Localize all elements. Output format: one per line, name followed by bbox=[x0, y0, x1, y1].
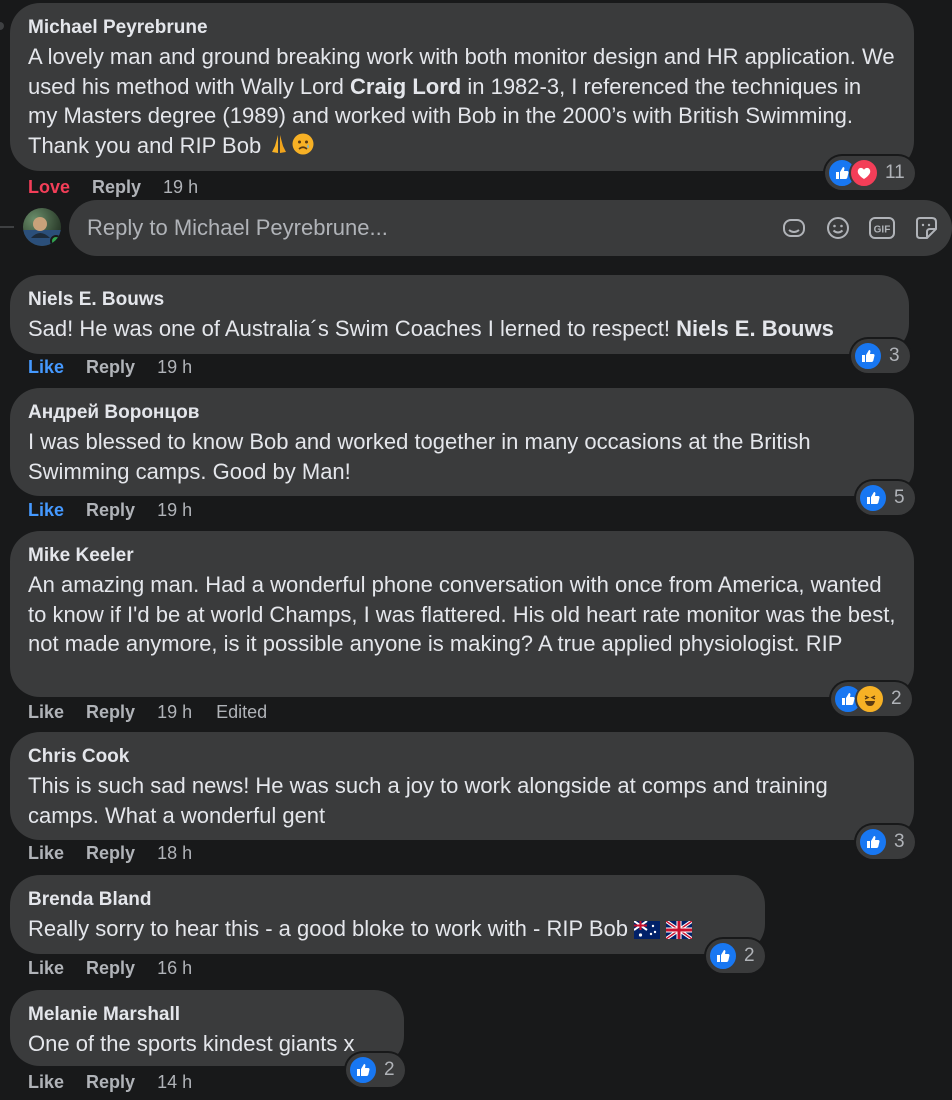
comments-thread: Michael Peyrebrune A lovely man and grou… bbox=[0, 0, 952, 1100]
reply-button[interactable]: Reply bbox=[92, 176, 141, 198]
sticker-icon[interactable] bbox=[912, 214, 940, 242]
thread-connector bbox=[0, 226, 14, 228]
comment-author[interactable]: Brenda Bland bbox=[28, 888, 747, 912]
comment-actions: Like Reply 19 h bbox=[28, 499, 216, 521]
comment-bubble: Mike Keeler An amazing man. Had a wonder… bbox=[10, 531, 914, 697]
like-reaction-icon bbox=[853, 341, 883, 371]
reaction-summary[interactable]: 2 bbox=[706, 939, 765, 973]
reaction-count: 2 bbox=[384, 1059, 395, 1080]
comment-actions: Like Reply 18 h bbox=[28, 842, 216, 864]
comment-timestamp[interactable]: 18 h bbox=[157, 842, 192, 864]
comment: Brenda Bland Really sorry to hear this -… bbox=[10, 875, 765, 978]
comment-text: A lovely man and ground breaking work wi… bbox=[28, 42, 896, 163]
comment-bubble: Chris Cook This is such sad news! He was… bbox=[10, 732, 914, 840]
comment-text: I was blessed to know Bob and worked tog… bbox=[28, 429, 811, 484]
comment: Chris Cook This is such sad news! He was… bbox=[10, 732, 915, 863]
reaction-count: 3 bbox=[889, 345, 900, 366]
reaction-summary[interactable]: 11 bbox=[825, 156, 915, 190]
emoji-icon[interactable] bbox=[824, 214, 852, 242]
reaction-count: 2 bbox=[891, 688, 902, 709]
comment-bubble: Андрей Воронцов I was blessed to know Bo… bbox=[10, 388, 914, 496]
comment-actions: Love Reply 19 h bbox=[28, 176, 222, 198]
comment-bubble: Brenda Bland Really sorry to hear this -… bbox=[10, 875, 765, 954]
like-button[interactable]: Like bbox=[28, 1071, 64, 1093]
sad-relieved-face-emoji bbox=[291, 132, 315, 164]
comment-bubble: Michael Peyrebrune A lovely man and grou… bbox=[10, 3, 914, 171]
comment-bubble: Niels E. Bouws Sad! He was one of Austra… bbox=[10, 275, 909, 354]
comment-text: One of the sports kindest giants x bbox=[28, 1031, 355, 1056]
comment-author[interactable]: Chris Cook bbox=[28, 745, 896, 769]
like-button[interactable]: Like bbox=[28, 356, 64, 378]
reaction-count: 11 bbox=[885, 162, 905, 183]
folded-hands-emoji bbox=[267, 132, 291, 164]
reply-button[interactable]: Reply bbox=[86, 499, 135, 521]
like-reaction-icon bbox=[708, 941, 738, 971]
love-reaction-icon bbox=[849, 158, 879, 188]
reply-composer: Reply to Michael Peyrebrune... GIF bbox=[0, 200, 952, 256]
reply-button[interactable]: Reply bbox=[86, 1071, 135, 1093]
thread-dot bbox=[0, 22, 4, 30]
comment-text: Sad! He was one of Australia´s Swim Coac… bbox=[28, 316, 834, 341]
comment: Melanie Marshall One of the sports kinde… bbox=[10, 990, 405, 1092]
reply-button[interactable]: Reply bbox=[86, 842, 135, 864]
like-button[interactable]: Like bbox=[28, 957, 64, 979]
mentioned-user[interactable]: Niels E. Bouws bbox=[676, 316, 834, 341]
like-reaction-icon bbox=[348, 1055, 378, 1085]
edited-label[interactable]: Edited bbox=[216, 701, 267, 723]
comment-timestamp[interactable]: 19 h bbox=[157, 499, 192, 521]
uk-flag-emoji bbox=[665, 917, 694, 947]
gif-icon[interactable]: GIF bbox=[868, 214, 896, 242]
comment: Mike Keeler An amazing man. Had a wonder… bbox=[10, 531, 914, 722]
mentioned-user[interactable]: Craig Lord bbox=[350, 74, 461, 99]
haha-reaction-icon bbox=[855, 684, 885, 714]
comment-timestamp[interactable]: 19 h bbox=[163, 176, 198, 198]
comment-author[interactable]: Mike Keeler bbox=[28, 544, 896, 568]
comment: Андрей Воронцов I was blessed to know Bo… bbox=[10, 388, 915, 520]
svg-text:GIF: GIF bbox=[874, 225, 891, 236]
australia-flag-emoji bbox=[633, 917, 661, 947]
avatar-sticker-icon[interactable] bbox=[780, 214, 808, 242]
comment-timestamp[interactable]: 19 h bbox=[157, 356, 192, 378]
comment-actions: Like Reply 19 h bbox=[28, 356, 216, 378]
love-button[interactable]: Love bbox=[28, 176, 70, 198]
comment-author[interactable]: Niels E. Bouws bbox=[28, 288, 891, 312]
reply-button[interactable]: Reply bbox=[86, 356, 135, 378]
like-reaction-icon bbox=[858, 827, 888, 857]
comment-text: Really sorry to hear this - a good bloke… bbox=[28, 914, 747, 947]
reply-button[interactable]: Reply bbox=[86, 701, 135, 723]
comment-text: This is such sad news! He was such a joy… bbox=[28, 773, 828, 828]
reaction-summary[interactable]: 3 bbox=[856, 825, 915, 859]
comment: Niels E. Bouws Sad! He was one of Austra… bbox=[10, 275, 910, 377]
comment-author[interactable]: Michael Peyrebrune bbox=[28, 16, 896, 40]
reaction-summary[interactable]: 2 bbox=[346, 1053, 405, 1087]
comment-text: An amazing man. Had a wonderful phone co… bbox=[28, 572, 896, 656]
avatar[interactable] bbox=[23, 208, 61, 246]
reaction-count: 3 bbox=[894, 831, 905, 852]
reply-placeholder: Reply to Michael Peyrebrune... bbox=[87, 215, 388, 240]
comment-timestamp[interactable]: 14 h bbox=[157, 1071, 192, 1093]
reply-button[interactable]: Reply bbox=[86, 957, 135, 979]
like-button[interactable]: Like bbox=[28, 701, 64, 723]
comment: Michael Peyrebrune A lovely man and grou… bbox=[10, 3, 915, 197]
comment-actions: Like Reply 16 h bbox=[28, 957, 216, 979]
like-button[interactable]: Like bbox=[28, 499, 64, 521]
composer-toolbar: GIF bbox=[780, 214, 940, 242]
like-reaction-icon bbox=[858, 483, 888, 513]
reaction-count: 2 bbox=[744, 945, 755, 966]
comment-timestamp[interactable]: 19 h bbox=[157, 701, 192, 723]
reaction-count: 5 bbox=[894, 487, 905, 508]
comment-bubble: Melanie Marshall One of the sports kinde… bbox=[10, 990, 404, 1066]
comment-actions: Like Reply 14 h bbox=[28, 1071, 216, 1093]
reaction-summary[interactable]: 2 bbox=[831, 682, 912, 716]
like-button[interactable]: Like bbox=[28, 842, 64, 864]
comment-author[interactable]: Melanie Marshall bbox=[28, 1003, 386, 1027]
comment-timestamp[interactable]: 16 h bbox=[157, 957, 192, 979]
comment-actions: Like Reply 19 h Edited bbox=[28, 701, 267, 723]
comment-author[interactable]: Андрей Воронцов bbox=[28, 401, 896, 425]
reaction-summary[interactable]: 5 bbox=[856, 481, 915, 515]
reaction-summary[interactable]: 3 bbox=[851, 339, 910, 373]
online-status-dot bbox=[50, 235, 61, 246]
